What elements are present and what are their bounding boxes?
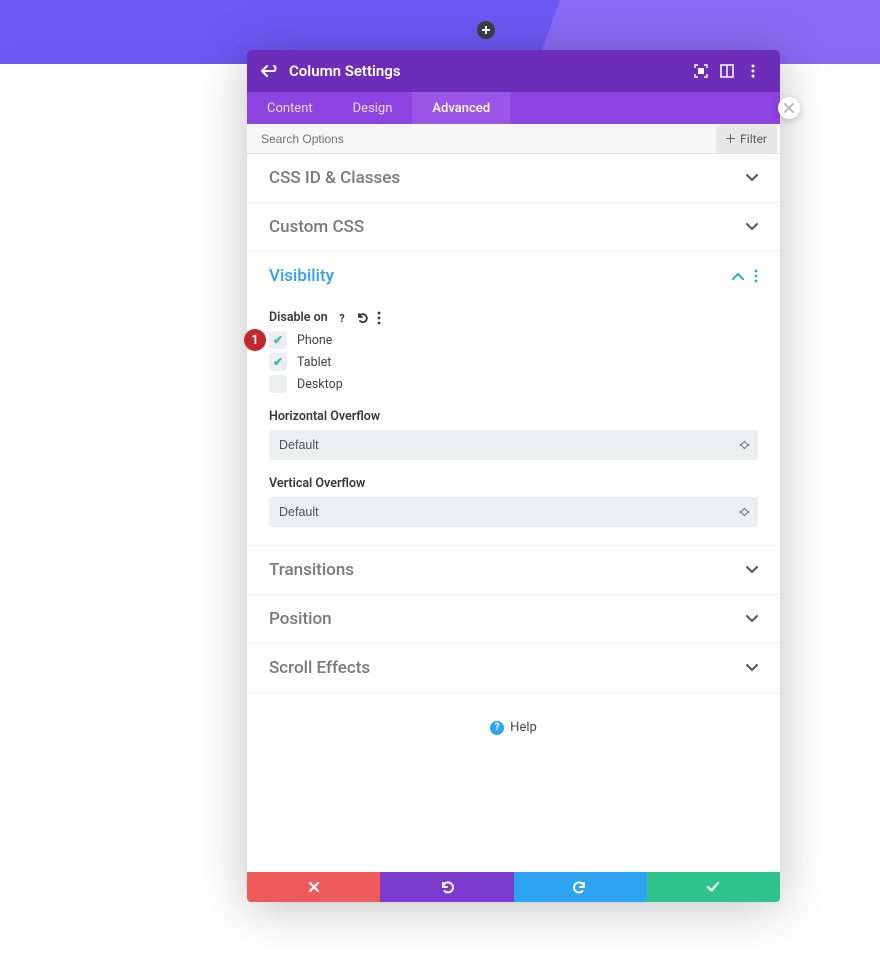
check-icon: [706, 881, 720, 893]
section-scroll-effects: Scroll Effects: [247, 644, 780, 693]
disable-on-label-row: Disable on ?: [269, 310, 758, 325]
section-visibility: Visibility Disable on ? Phone Tablet: [247, 252, 780, 546]
section-body-visibility: Disable on ? Phone Tablet Desktop: [247, 300, 780, 545]
question-icon: ?: [336, 312, 348, 324]
chevron-down-icon: [746, 566, 758, 574]
section-menu-button[interactable]: [754, 269, 758, 283]
expand-icon: [694, 64, 708, 78]
panel-title: Column Settings: [289, 62, 688, 80]
help-link[interactable]: ? Help: [490, 720, 537, 735]
section-custom-css: Custom CSS: [247, 203, 780, 252]
help-icon-button[interactable]: ?: [336, 312, 348, 324]
undo-icon: [439, 880, 455, 894]
help-label: Help: [510, 720, 537, 735]
option-label: Desktop: [297, 377, 343, 392]
section-header-position[interactable]: Position: [247, 595, 780, 643]
search-input[interactable]: [247, 132, 716, 146]
reset-icon-button[interactable]: [356, 311, 369, 324]
section-title: Scroll Effects: [269, 658, 746, 678]
section-title: Transitions: [269, 560, 746, 580]
section-title: CSS ID & Classes: [269, 168, 746, 188]
tab-design[interactable]: Design: [333, 92, 413, 124]
v-overflow-select-wrap: Default: [269, 497, 758, 527]
checkbox-tablet[interactable]: [269, 353, 287, 371]
chevron-up-icon: [732, 272, 744, 280]
expand-button[interactable]: [688, 64, 714, 78]
columns-icon: [720, 64, 734, 78]
help-row: ? Help: [247, 693, 780, 757]
close-icon: [308, 881, 320, 893]
panel-footer: [247, 872, 780, 902]
h-overflow-select-wrap: Default: [269, 430, 758, 460]
help-badge-icon: ?: [490, 721, 504, 735]
section-position: Position: [247, 595, 780, 644]
panel-menu-button[interactable]: [740, 64, 766, 78]
chevron-down-icon: [746, 664, 758, 672]
tab-bar: Content Design Advanced: [247, 92, 780, 124]
section-header-custom-css[interactable]: Custom CSS: [247, 203, 780, 251]
section-header-visibility[interactable]: Visibility: [247, 252, 780, 300]
section-header-css-id[interactable]: CSS ID & Classes: [247, 154, 780, 202]
chevron-down-icon: [746, 223, 758, 231]
field-menu-button[interactable]: [377, 311, 381, 325]
panel-header: Column Settings: [247, 50, 780, 92]
h-overflow-label: Horizontal Overflow: [269, 409, 758, 424]
checkbox-desktop[interactable]: [269, 375, 287, 393]
kebab-icon: [377, 311, 381, 325]
redo-button[interactable]: [514, 872, 647, 902]
chevron-down-icon: [746, 615, 758, 623]
kebab-icon: [754, 269, 758, 283]
v-overflow-label: Vertical Overflow: [269, 476, 758, 491]
save-button[interactable]: [647, 872, 780, 902]
disable-option-tablet: Tablet: [269, 353, 758, 371]
redo-icon: [572, 880, 588, 894]
v-overflow-select[interactable]: Default: [269, 497, 758, 527]
filter-label: Filter: [740, 132, 767, 146]
disable-option-phone: Phone: [269, 331, 758, 349]
search-row: Filter: [247, 124, 780, 154]
chevron-down-icon: [746, 174, 758, 182]
back-arrow-icon: [261, 64, 277, 78]
undo-button[interactable]: [380, 872, 513, 902]
checkbox-phone[interactable]: [269, 331, 287, 349]
undo-icon: [356, 311, 369, 324]
close-flyout-button[interactable]: [778, 97, 800, 119]
section-header-transitions[interactable]: Transitions: [247, 546, 780, 594]
panel-body: CSS ID & Classes Custom CSS Visibility D…: [247, 154, 780, 872]
section-transitions: Transitions: [247, 546, 780, 595]
snap-button[interactable]: [714, 64, 740, 78]
plus-icon: [482, 26, 490, 34]
plus-icon: [726, 134, 735, 143]
section-header-scroll-effects[interactable]: Scroll Effects: [247, 644, 780, 692]
annotation-marker-1: 1: [244, 329, 266, 351]
kebab-icon: [751, 64, 755, 78]
settings-panel: Column Settings Content Design Advanced …: [247, 50, 780, 902]
section-title: Position: [269, 609, 746, 629]
close-icon: [784, 103, 794, 113]
back-button[interactable]: [261, 64, 277, 78]
section-title: Visibility: [269, 266, 732, 286]
section-css-id: CSS ID & Classes: [247, 154, 780, 203]
option-label: Phone: [297, 333, 332, 348]
disable-on-label: Disable on: [269, 310, 328, 325]
option-label: Tablet: [297, 355, 331, 370]
h-overflow-select[interactable]: Default: [269, 430, 758, 460]
section-title: Custom CSS: [269, 217, 746, 237]
tab-advanced[interactable]: Advanced: [412, 92, 510, 124]
add-section-button[interactable]: [477, 21, 495, 39]
svg-text:?: ?: [339, 312, 345, 324]
disable-option-desktop: Desktop: [269, 375, 758, 393]
cancel-button[interactable]: [247, 872, 380, 902]
filter-button[interactable]: Filter: [716, 125, 777, 153]
tab-content[interactable]: Content: [247, 92, 333, 124]
